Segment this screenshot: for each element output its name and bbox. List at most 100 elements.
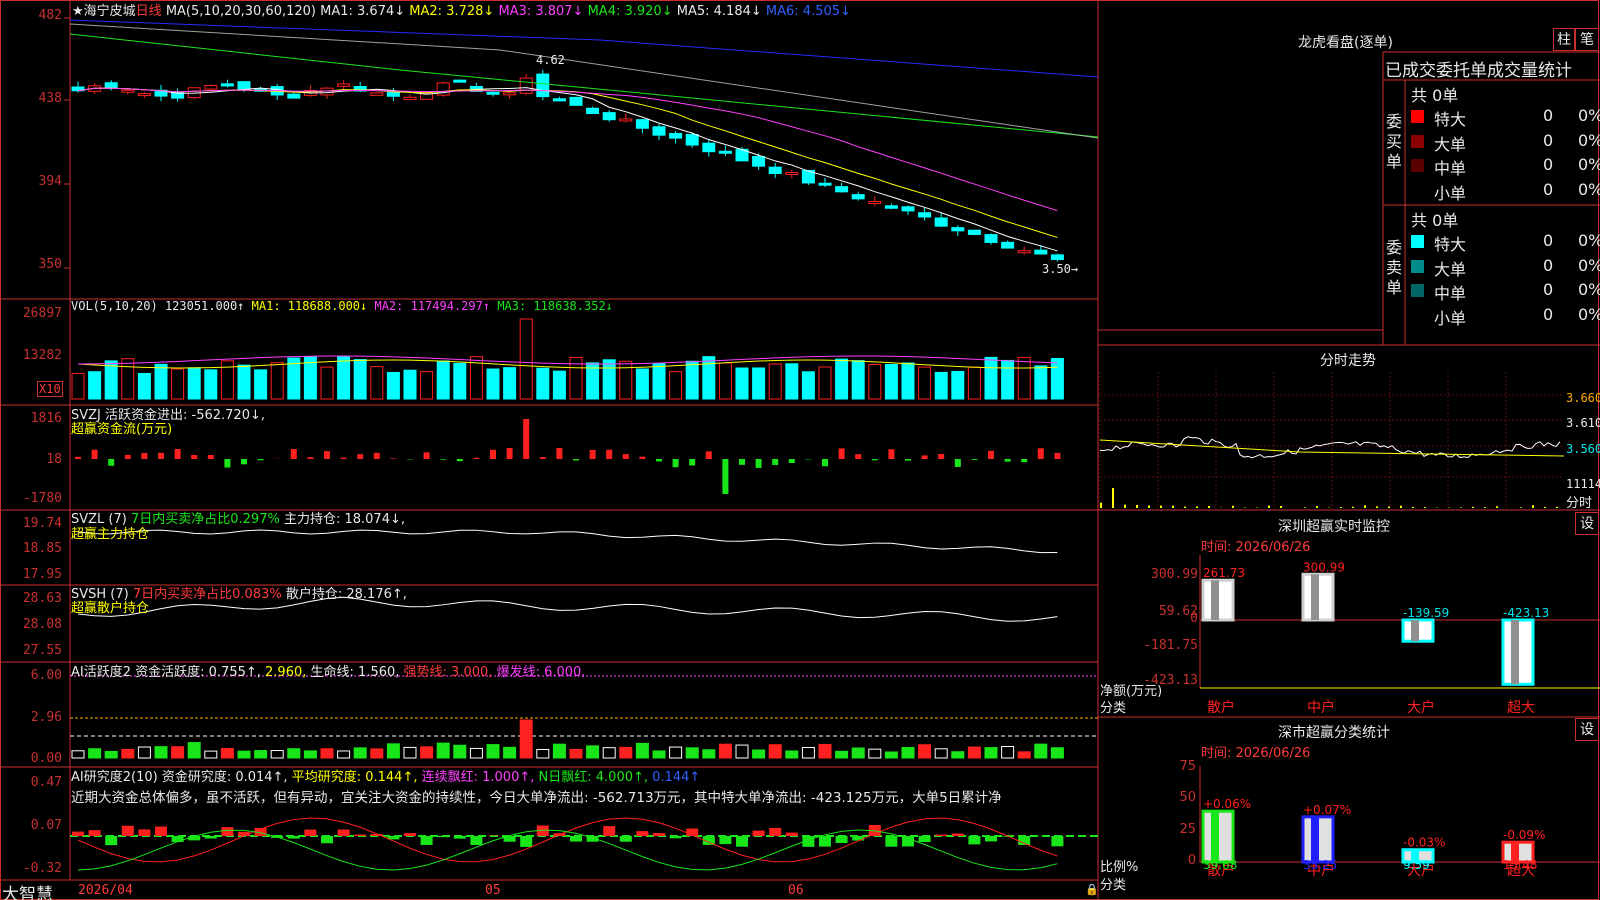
row-count: 0 [1543,280,1554,299]
monitor-settings-button[interactable]: 设 [1575,512,1599,535]
activity-bar [469,747,483,759]
activity-bar [652,750,666,759]
fenshi-vol-bar [1172,505,1174,508]
research-bar [935,834,948,836]
research-bar [221,827,234,836]
bar-value-label: -139.59 [1403,606,1449,620]
row-count: 0 [1543,130,1554,150]
fundflow-bar [1004,459,1011,462]
fenshi-vol: 11114 [1566,477,1600,491]
bar-mode-button[interactable]: 柱 [1553,28,1575,51]
research-bar [619,836,632,842]
fenshi-vol-bar [1400,505,1402,508]
tick-mode-button[interactable]: 笔 [1575,28,1599,51]
fundflow-bar [672,459,679,468]
tab-filled-stats[interactable]: 已成交委托单成交量统计 [1385,56,1572,81]
candlestick [287,93,301,99]
fenshi-vol-bar [1208,505,1210,508]
activity-bar [187,742,201,759]
volume-bar [88,371,102,400]
fenshi-vol-bar [1544,506,1546,508]
fundflow-bar [506,448,513,459]
volume-bar [137,372,151,400]
period-label[interactable]: 日线 [136,4,162,19]
price-tick: 438 [38,91,62,106]
research-bar [287,836,300,839]
category-label: 大户 [1407,699,1435,716]
activity-bar [220,747,234,759]
activity-bar [685,747,699,759]
price-tick: 394 [38,174,62,189]
ai1-tick: 0.00 [30,751,62,766]
fundflow-bar [589,449,596,459]
candlestick [453,79,467,83]
bar-value-label: 261.73 [1203,566,1245,580]
volume-bar [635,368,649,400]
research-bar [968,836,981,845]
volume-bar [370,366,384,400]
fundflow-bar [124,454,131,459]
activity-bar [702,749,716,759]
ma3-line [77,87,1058,212]
sell-total: 共 0单 [1411,211,1459,230]
vol-ma1: MA1: 118688.000↓ [251,299,368,313]
fenshi-vol-bar [1484,507,1486,508]
classify-tick: 25 [1179,822,1196,837]
research-bar [420,836,433,845]
volume-bar [918,366,932,400]
fenshi-vol-bar [1304,507,1306,508]
ai2-red-streak: 连续飘红: 1.000↑, [421,770,535,785]
fenshi-vol-bar [1556,506,1558,508]
volume-bar [1034,365,1048,400]
lock-icon[interactable]: 🔒 [1085,883,1099,896]
activity-bar [934,748,948,759]
research-bar [752,830,765,836]
classify-tick: 50 [1179,790,1196,805]
svsh-tick: 28.08 [22,617,62,632]
activity-bar [884,751,898,759]
volume-bar [835,358,849,400]
fundflow-bar [324,451,330,459]
research-bar [453,836,466,839]
vol-ma3: MA3: 118638.352↓ [497,299,613,313]
candlestick [718,150,732,154]
fundflow-bar [390,458,397,459]
classify-settings-button[interactable]: 设 [1575,718,1599,741]
fundflow-bar [373,452,380,459]
volume-bar [851,360,865,400]
main-chart[interactable]: 261.73 散户 300.99 中户 -139.59 大户 -423.13 超大 75 50 25… [0,0,1600,900]
main-hold-line [77,529,1058,554]
volume-bar [519,318,533,400]
activity-bar [602,747,616,759]
volume-bar [967,366,981,400]
volume-bar [237,364,251,400]
volume-bar [552,370,566,400]
research-bar [736,836,748,847]
ai1-value2: 2.960, [265,665,307,680]
high-price-label: 4.62 [536,53,565,67]
research-bar [155,826,167,836]
candlestick [552,98,566,102]
activity-bar [835,750,849,759]
legend-swatch [1411,134,1424,148]
fundflow-bar [788,459,795,464]
activity-bar [303,750,317,759]
research-bar [337,829,350,836]
fundflow-bar [938,453,945,459]
ai2-avg: 平均研究度: 0.144↑, [291,770,418,785]
svzj-tick: -1780 [22,491,62,506]
activity-bar [1001,746,1015,759]
monitor-tick: 300.99 [1151,567,1198,582]
activity-bar [801,746,815,759]
fenshi-vol-bar [1340,507,1342,508]
bar-value-label: 300.99 [1303,560,1345,574]
fundflow-bar [573,459,579,461]
candlestick [104,82,118,89]
row-count: 0 [1543,155,1554,174]
activity-bar [287,748,301,759]
volume-bar [254,369,268,400]
classify-ylabel: 比例% [1100,860,1139,875]
stock-name[interactable]: ★海宁皮城 [72,4,136,19]
ai1-strong: 强势线: 3.000, [403,665,493,680]
research-bar [105,836,118,846]
